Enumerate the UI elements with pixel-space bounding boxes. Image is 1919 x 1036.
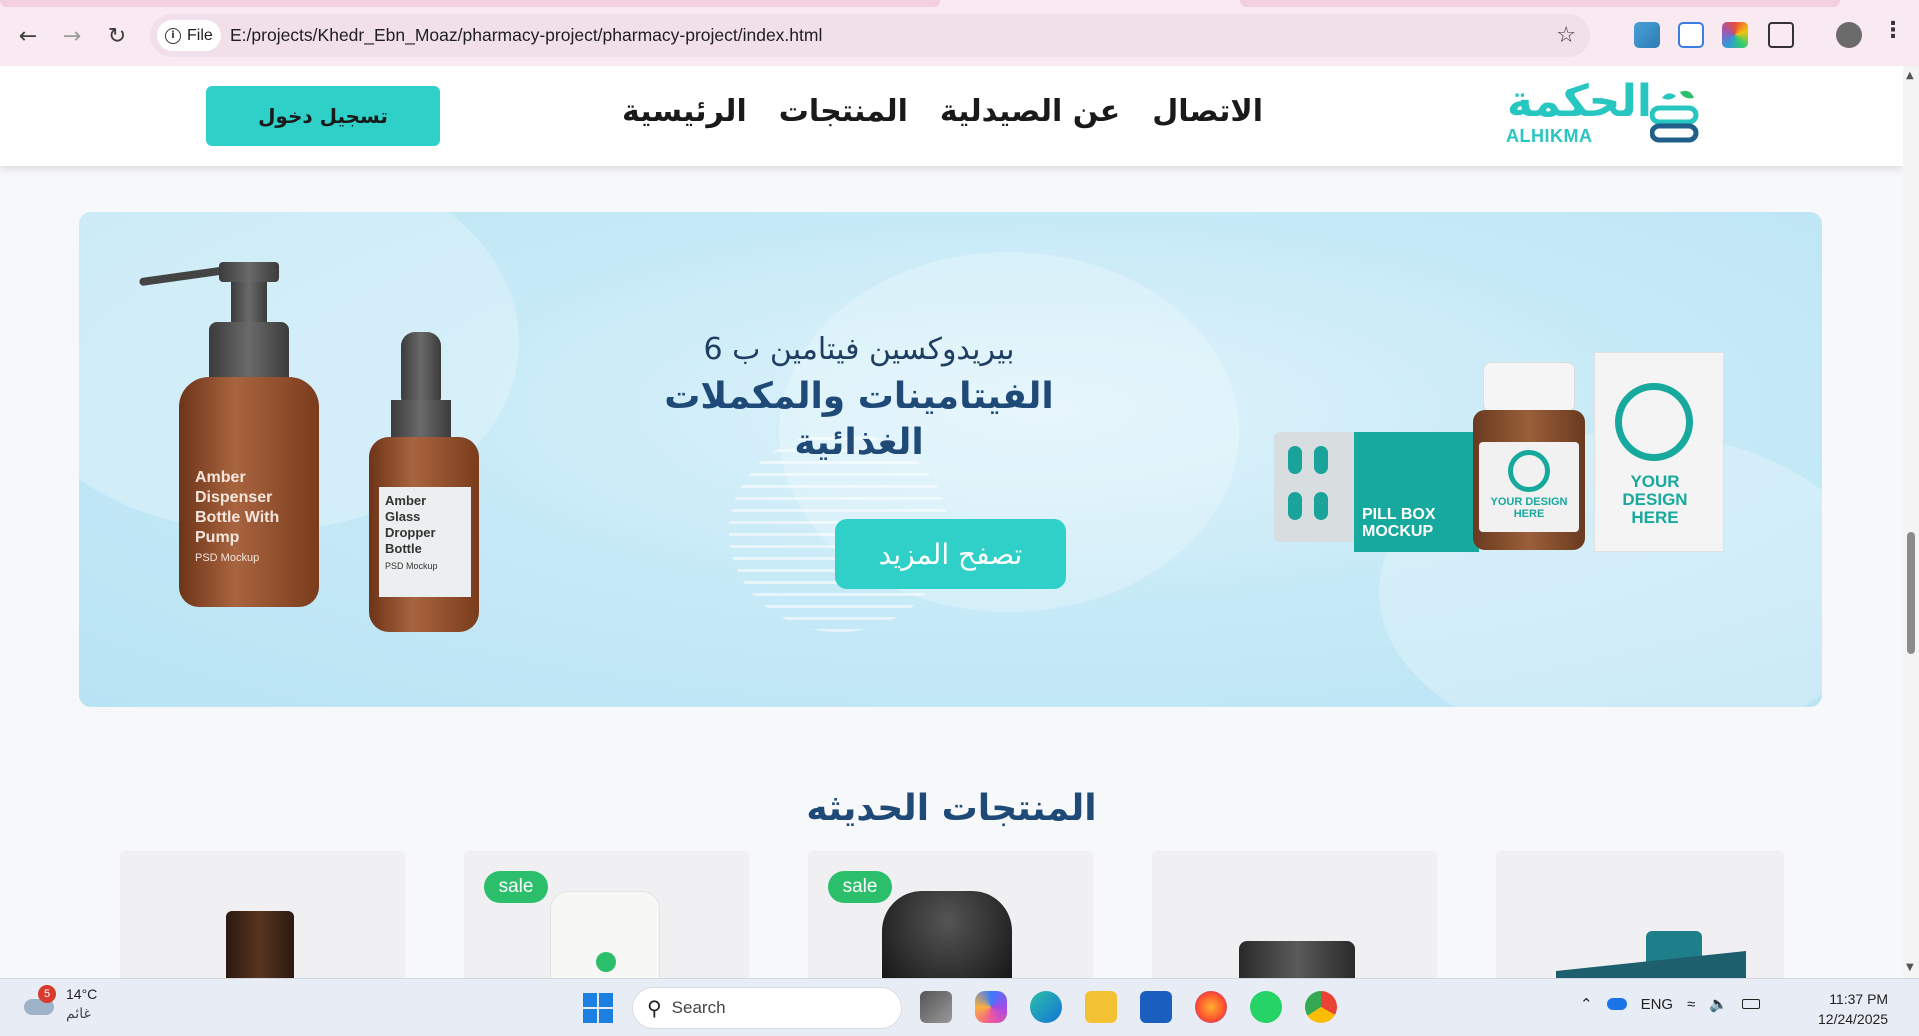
product-card[interactable] — [1496, 851, 1784, 978]
logo-arabic-text: الحكمة — [1506, 76, 1652, 127]
latest-products-title: المنتجات الحديثه — [806, 788, 1097, 829]
battery-icon[interactable] — [1742, 999, 1761, 1009]
firefox-icon[interactable] — [1195, 991, 1227, 1023]
page-scrollbar[interactable]: ▲ ▼ — [1903, 66, 1919, 978]
bottle-label: Amber Glass Dropper Bottle — [385, 493, 436, 556]
browser-tab[interactable] — [1240, 0, 1840, 7]
pill-jar-image: YOUR DESIGN HERE — [1469, 362, 1589, 562]
bookmark-star-icon[interactable]: ☆ — [1556, 23, 1576, 48]
amber-dropper-bottle-image: Amber Glass Dropper Bottle PSD Mockup — [359, 332, 499, 652]
windows-start-icon[interactable] — [583, 993, 613, 1023]
scroll-up-icon[interactable]: ▲ — [1906, 70, 1914, 81]
product-card[interactable] — [120, 851, 405, 978]
clock-time: 11:37 PM — [1829, 991, 1889, 1007]
info-icon: i — [165, 27, 181, 44]
wifi-icon[interactable]: ≈ — [1687, 996, 1695, 1013]
edge-icon[interactable] — [1030, 991, 1062, 1023]
file-explorer-icon[interactable] — [1085, 991, 1117, 1023]
nav-home[interactable]: الرئيسية — [622, 94, 747, 129]
back-icon[interactable]: ← — [12, 20, 44, 52]
hero-subtitle: بيريدوكسين فيتامين ب 6 — [703, 332, 1015, 367]
notification-badge: 5 — [38, 985, 56, 1003]
reload-icon[interactable]: ↻ — [101, 20, 133, 52]
pill-box-label: PILL BOX MOCKUP — [1362, 506, 1436, 540]
copilot-icon[interactable] — [975, 991, 1007, 1023]
product-box-image: YOUR DESIGN HERE — [1594, 352, 1724, 552]
taskbar-search[interactable]: ⚲ Search — [632, 987, 902, 1029]
product-image — [550, 891, 660, 978]
profile-avatar[interactable] — [1836, 22, 1862, 48]
system-clock[interactable]: 11:37 PM 12/24/2025 — [1818, 989, 1888, 1029]
store-icon[interactable] — [1140, 991, 1172, 1023]
temperature: 14°C — [66, 986, 98, 1002]
bottle-label-small: PSD Mockup — [195, 552, 260, 564]
weather-widget[interactable]: 5 14°C غائم — [22, 985, 97, 1023]
browse-more-button[interactable]: تصفح المزيد — [835, 519, 1066, 589]
extensions-puzzle-icon[interactable] — [1768, 22, 1794, 48]
chrome-icon[interactable] — [1305, 991, 1337, 1023]
logo-english-text: ALHIKMA — [1506, 126, 1593, 146]
forward-icon[interactable]: → — [56, 20, 88, 52]
cloud-icon: 5 — [22, 985, 56, 1021]
product-card[interactable]: sale — [808, 851, 1093, 978]
browser-toolbar: ← → ↻ i File E:/projects/Khedr_Ebn_Moaz/… — [0, 0, 1919, 66]
bottle-label: Amber Dispenser Bottle With Pump — [195, 469, 280, 546]
sale-badge: sale — [484, 871, 548, 903]
capsule-leaf-icon — [1650, 90, 1699, 143]
product-image — [882, 891, 1012, 978]
onedrive-icon[interactable] — [1606, 998, 1627, 1010]
blister-pack-image — [1274, 432, 1364, 542]
sale-badge: sale — [828, 871, 892, 903]
box-label: YOUR DESIGN HERE — [1622, 472, 1688, 527]
task-view-icon[interactable] — [920, 991, 952, 1023]
extension-icon[interactable] — [1722, 22, 1748, 48]
tab-strip — [0, 0, 1919, 7]
browser-menu-icon[interactable]: ⋮ — [1882, 18, 1904, 43]
extension-icon[interactable] — [1634, 22, 1660, 48]
product-card[interactable] — [1152, 851, 1437, 978]
site-logo[interactable]: الحكمة ALHIKMA — [1500, 76, 1700, 152]
bottle-label-small: PSD Mockup — [385, 561, 438, 571]
weather-condition: غائم — [66, 1005, 91, 1021]
search-label: Search — [671, 998, 726, 1017]
hero-title: الفيتامينات والمكملات الغذائية — [664, 376, 1054, 463]
pill-box-image: PILL BOX MOCKUP — [1354, 432, 1479, 552]
nav-about[interactable]: عن الصيدلية — [940, 94, 1120, 129]
browser-tab[interactable] — [0, 0, 940, 7]
site-info-chip[interactable]: i File — [157, 20, 221, 51]
jar-label: YOUR DESIGN HERE — [1490, 496, 1568, 520]
nav-contact[interactable]: الاتصال — [1152, 94, 1263, 129]
language-indicator[interactable]: ENG — [1641, 996, 1674, 1013]
site-chip-label: File — [187, 26, 213, 44]
volume-icon[interactable]: 🔈 — [1709, 995, 1728, 1013]
extension-icon[interactable] — [1678, 22, 1704, 48]
chevron-up-icon[interactable]: ⌃ — [1580, 995, 1593, 1013]
search-icon: ⚲ — [647, 996, 662, 1020]
product-image — [226, 911, 294, 978]
system-tray: ⌃ ENG ≈ 🔈 — [1580, 995, 1761, 1013]
scroll-thumb[interactable] — [1907, 532, 1915, 654]
clock-date: 12/24/2025 — [1818, 1011, 1889, 1027]
login-button[interactable]: تسجيل دخول — [206, 86, 440, 146]
page-viewport: الحكمة ALHIKMA الرئيسية المنتجات عن الصي… — [0, 66, 1903, 978]
site-header: الحكمة ALHIKMA الرئيسية المنتجات عن الصي… — [0, 66, 1903, 166]
amber-pump-bottle-image: Amber Dispenser Bottle With Pump PSD Moc… — [138, 262, 359, 662]
scroll-down-icon[interactable]: ▼ — [1906, 962, 1914, 973]
product-image — [1239, 941, 1355, 978]
whatsapp-icon[interactable] — [1250, 991, 1282, 1023]
address-bar[interactable]: i File E:/projects/Khedr_Ebn_Moaz/pharma… — [150, 14, 1590, 57]
url-text[interactable]: E:/projects/Khedr_Ebn_Moaz/pharmacy-proj… — [230, 25, 822, 46]
product-card[interactable]: sale — [464, 851, 749, 978]
nav-products[interactable]: المنتجات — [779, 94, 908, 129]
windows-taskbar: 5 14°C غائم ⚲ Search ⌃ ENG ≈ 🔈 11:37 PM … — [0, 978, 1919, 1036]
main-nav: الرئيسية المنتجات عن الصيدلية الاتصال — [622, 94, 1263, 129]
hero-banner: Amber Dispenser Bottle With Pump PSD Moc… — [79, 212, 1822, 707]
